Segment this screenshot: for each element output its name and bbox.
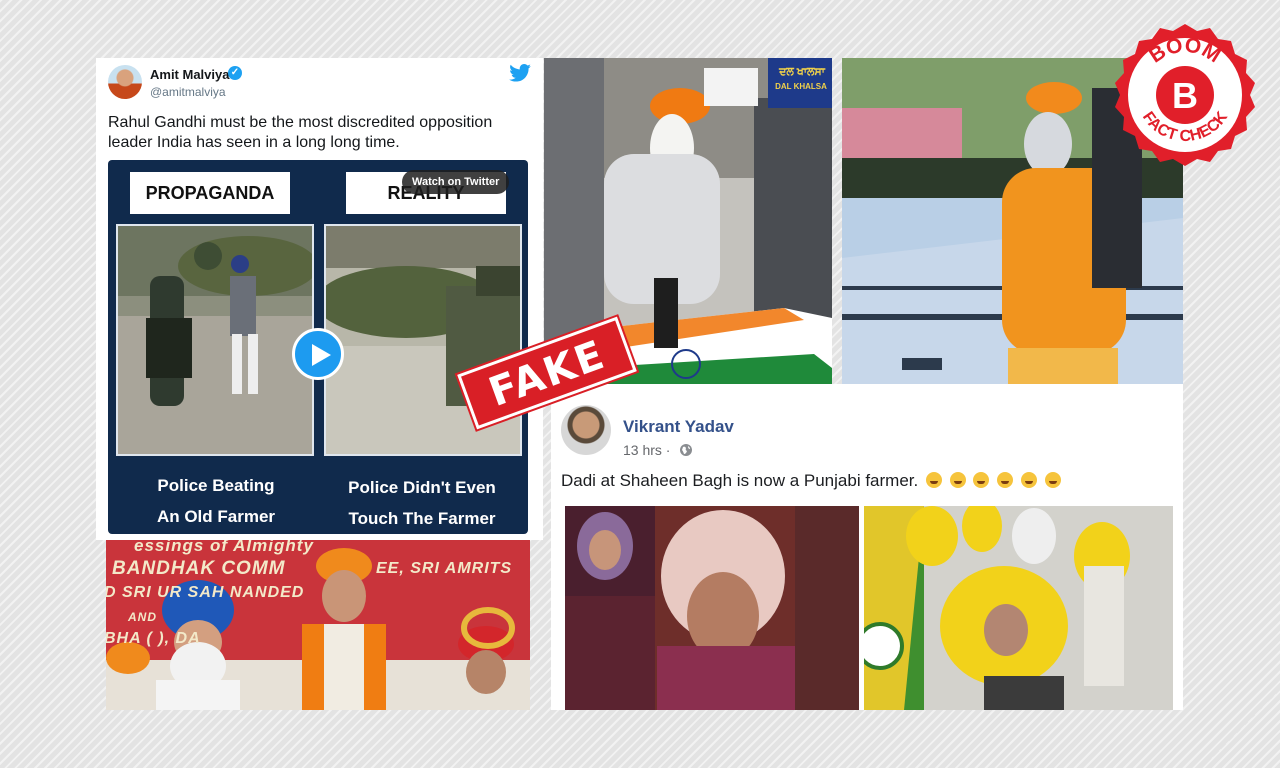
facebook-avatar[interactable] — [561, 405, 611, 455]
facebook-post: Vikrant Yadav 13 hrs · Dadi at Shaheen B… — [551, 384, 1183, 710]
facebook-post-text-body: Dadi at Shaheen Bagh is now a Punjabi fa… — [561, 471, 919, 490]
tweet-author-handle[interactable]: @amitmalviya — [150, 85, 226, 99]
crying-face-emoji-icon — [949, 472, 966, 488]
play-icon — [312, 344, 331, 366]
banner-text-line3: EE, SRI AMRITS — [376, 560, 513, 577]
facebook-post-text: Dadi at Shaheen Bagh is now a Punjabi fa… — [561, 471, 1061, 491]
tears-of-joy-emoji-icon — [973, 472, 990, 488]
propaganda-caption-line2: An Old Farmer — [156, 507, 276, 526]
gurdwara-stage-photo: essings of Almighty BANDHAK COMM EE, SRI… — [106, 540, 530, 710]
twitter-bird-icon[interactable] — [509, 64, 531, 82]
propaganda-label: PROPAGANDA — [130, 172, 290, 214]
placard-text: ਦਲ ਖਾਲਸਾ — [779, 66, 825, 78]
globe-icon — [680, 444, 692, 456]
facebook-post-time[interactable]: 13 hrs · — [623, 442, 670, 458]
watch-on-twitter-button[interactable]: Watch on Twitter — [402, 170, 510, 194]
reality-caption-line1: Police Didn't Even — [348, 478, 496, 497]
reality-caption-line2: Touch The Farmer — [348, 509, 496, 528]
propaganda-frame-image — [118, 226, 312, 454]
propaganda-caption-line1: Police Beating — [157, 476, 275, 495]
yellow-dupatta-protest-image — [864, 506, 1173, 710]
verified-badge-icon: ✓ — [228, 66, 242, 80]
banner-text-line4: D SRI UR SAH NANDED — [106, 584, 305, 601]
yellow-dupatta-protest-photo — [864, 506, 1173, 710]
propaganda-frame — [116, 224, 314, 456]
banner-text-line6: BHA ( ), DA — [106, 630, 201, 647]
boom-fact-check-logo: BOOM B FACT CHECK — [1115, 24, 1255, 166]
tweet-author-name[interactable]: Amit Malviya — [150, 67, 229, 82]
rolling-laughing-emoji-icon — [1020, 472, 1037, 488]
crying-face-emoji-icon — [925, 472, 942, 488]
dadi-protest-image — [565, 506, 859, 710]
tweet-card: Amit Malviya ✓ @amitmalviya Rahul Gandhi… — [96, 58, 543, 540]
banner-text-line2: BANDHAK COMM — [112, 558, 286, 579]
facebook-author-name[interactable]: Vikrant Yadav — [623, 417, 734, 437]
reality-caption: Police Didn't Even Touch The Farmer — [322, 472, 522, 534]
tweet-avatar[interactable] — [108, 65, 142, 99]
play-button[interactable] — [292, 328, 344, 380]
dadi-protest-photo — [565, 506, 859, 710]
logo-letter: B — [1172, 75, 1198, 116]
banner-text-line1: essings of Almighty — [134, 540, 314, 555]
banner-text-line5: AND — [128, 610, 157, 624]
tweet-video[interactable]: PROPAGANDA REALITY Watch on Twitter — [108, 160, 528, 534]
tears-of-joy-emoji-icon — [997, 472, 1014, 488]
tweet-text: Rahul Gandhi must be the most discredite… — [108, 114, 493, 151]
propaganda-caption: Police Beating An Old Farmer — [116, 470, 316, 532]
rolling-laughing-emoji-icon — [1044, 472, 1061, 488]
placard-subtext: DAL KHALSA — [775, 82, 827, 91]
